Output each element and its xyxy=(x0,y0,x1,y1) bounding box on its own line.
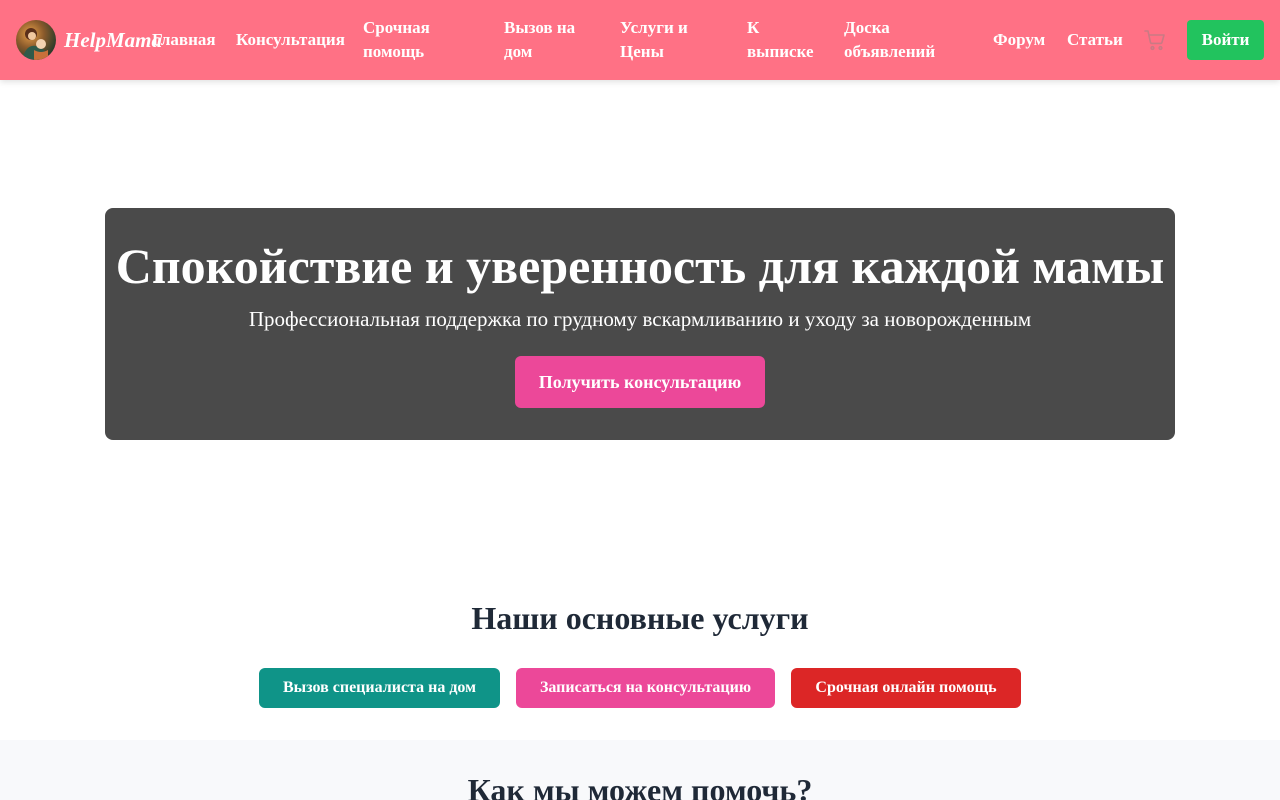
home-visit-button[interactable]: Вызов специалиста на дом xyxy=(259,668,500,708)
nav-bulletin-board[interactable]: Доска объявлений xyxy=(844,16,954,64)
get-consultation-button[interactable]: Получить консультацию xyxy=(515,356,765,408)
nav-discharge[interactable]: К выписке xyxy=(747,16,827,64)
nav-consultation[interactable]: Консультация xyxy=(236,28,345,52)
hero-banner: Спокойствие и уверенность для каждой мам… xyxy=(105,208,1175,440)
hero-subtitle: Профессиональная поддержка по грудному в… xyxy=(248,307,1032,331)
book-consultation-button[interactable]: Записаться на консультацию xyxy=(516,668,775,708)
shopping-cart-icon[interactable] xyxy=(1143,28,1167,52)
how-we-help-title: Как мы можем помочь? xyxy=(467,772,813,800)
login-button[interactable]: Войти xyxy=(1187,20,1264,60)
logo-text[interactable]: HelpMama xyxy=(64,27,162,53)
urgent-online-help-button[interactable]: Срочная онлайн помощь xyxy=(791,668,1021,708)
how-we-help-section: Как мы можем помочь? xyxy=(0,740,1280,800)
nav-articles[interactable]: Статьи xyxy=(1067,28,1123,52)
nav-forum[interactable]: Форум xyxy=(993,28,1045,52)
hero-title: Спокойствие и уверенность для каждой мам… xyxy=(115,238,1165,294)
mother-baby-logo-icon xyxy=(16,20,56,60)
logo-avatar[interactable] xyxy=(16,20,56,60)
nav-services-prices[interactable]: Услуги и Цены xyxy=(620,16,710,64)
nav-urgent-help[interactable]: Срочная помощь xyxy=(363,16,473,64)
nav-home[interactable]: Главная xyxy=(152,28,216,52)
nav-home-visit[interactable]: Вызов на дом xyxy=(504,16,594,64)
services-title: Наши основные услуги xyxy=(471,600,809,636)
top-navbar: HelpMama Главная Консультация Срочная по… xyxy=(0,0,1280,80)
